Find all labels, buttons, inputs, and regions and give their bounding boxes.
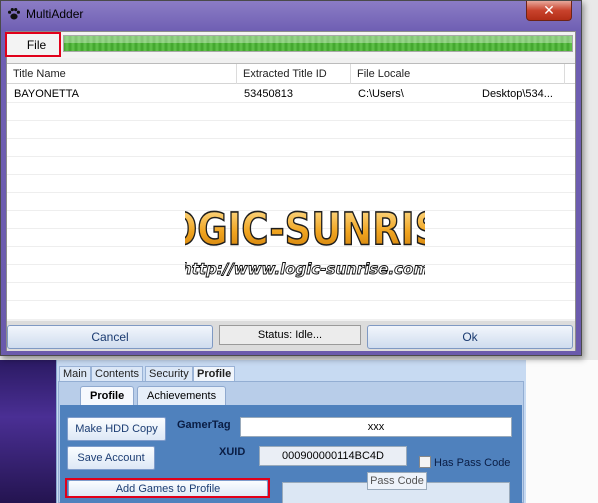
cell-file-locale-tail: Desktop\534... (482, 88, 553, 100)
cancel-button[interactable]: Cancel (7, 325, 213, 349)
background-blank-area (526, 360, 598, 503)
logic-sunrise-watermark: LOGIC-SUNRISE http://www.logic-sunrise.c… (185, 202, 425, 278)
add-games-to-profile-button[interactable]: Add Games to Profile (68, 480, 268, 498)
tab-profile[interactable]: Profile (193, 366, 236, 381)
save-account-button[interactable]: Save Account (67, 446, 155, 470)
has-pass-code-checkbox[interactable] (419, 456, 431, 468)
column-extracted-title-id[interactable]: Extracted Title ID (237, 64, 351, 84)
watermark-brand: LOGIC-SUNRISE (185, 203, 425, 255)
column-title-name[interactable]: Title Name (7, 64, 237, 84)
menu-bar: File (7, 32, 575, 58)
window-client-area: File Title Name Extracted Title ID File … (6, 31, 576, 351)
subtab-achievements[interactable]: Achievements (137, 386, 227, 405)
list-empty-row (7, 176, 575, 193)
background-desktop (0, 360, 56, 503)
list-empty-row (7, 158, 575, 175)
tab-main[interactable]: Main (59, 366, 91, 381)
list-empty-row (7, 140, 575, 157)
cell-title-name: BAYONETTA (14, 88, 79, 100)
close-button[interactable]: ✕ (526, 1, 572, 21)
list-empty-row (7, 104, 575, 121)
window-title: MultiAdder (26, 7, 84, 21)
gamertag-field[interactable]: xxx (240, 417, 512, 437)
list-header: Title Name Extracted Title ID File Local… (7, 64, 575, 84)
list-item[interactable]: BAYONETTA 53450813 C:\Users\ Desktop\534… (7, 86, 575, 103)
paw-icon (8, 8, 20, 20)
watermark-url: http://www.logic-sunrise.com (185, 260, 425, 278)
status-text: Status: Idle... (219, 325, 361, 345)
list-empty-row (7, 122, 575, 139)
cell-title-id: 53450813 (244, 88, 293, 100)
cell-file-locale: C:\Users\ (358, 88, 404, 100)
bottom-bar: Cancel Status: Idle... Ok (7, 321, 575, 351)
xuid-field[interactable]: 000900000114BC4D (259, 446, 407, 466)
make-hdd-copy-button[interactable]: Make HDD Copy (67, 417, 166, 441)
title-bar[interactable]: MultiAdder ✕ (1, 1, 581, 29)
menu-file[interactable]: File (10, 35, 63, 56)
column-file-locale[interactable]: File Locale (351, 64, 565, 84)
ok-button[interactable]: Ok (367, 325, 573, 349)
pass-code-button[interactable]: Pass Code (367, 472, 427, 490)
gamertag-label: GamerTag (177, 419, 231, 431)
titles-list[interactable]: Title Name Extracted Title ID File Local… (7, 63, 575, 319)
subtab-profile[interactable]: Profile (80, 386, 135, 405)
multiadder-window: MultiAdder ✕ File Title Name Extracted T… (0, 0, 582, 356)
xuid-label: XUID (219, 446, 246, 458)
tab-security[interactable]: Security (145, 366, 193, 381)
progress-bar (63, 35, 573, 52)
tab-contents[interactable]: Contents (91, 366, 144, 381)
has-pass-code-label: Has Pass Code (434, 457, 511, 469)
